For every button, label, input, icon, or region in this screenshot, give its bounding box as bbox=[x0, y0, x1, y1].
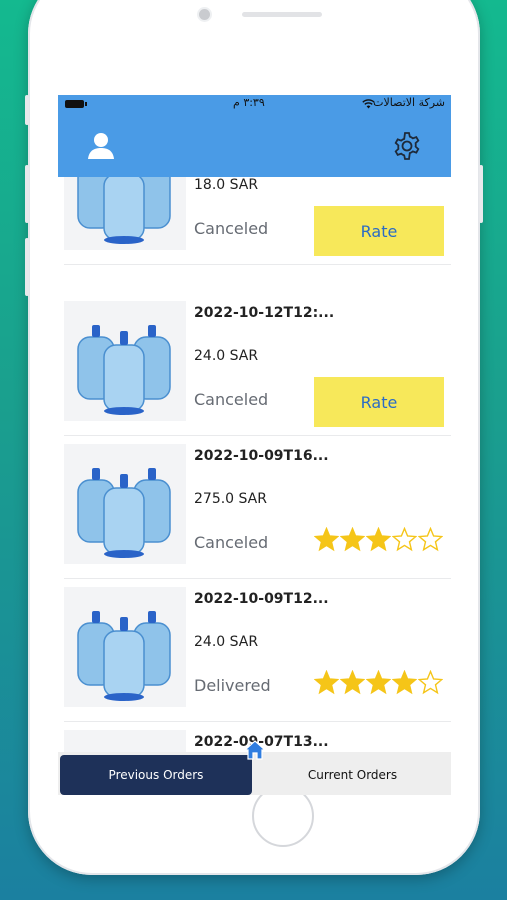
water-bottle-image bbox=[64, 301, 186, 421]
star-filled-icon bbox=[366, 527, 391, 552]
star-empty-icon bbox=[392, 527, 417, 552]
star-filled-icon bbox=[340, 670, 365, 695]
tab-previous-orders[interactable]: Previous Orders bbox=[60, 755, 252, 795]
rate-button[interactable]: Rate bbox=[314, 206, 444, 256]
mute-switch bbox=[25, 95, 29, 125]
star-filled-icon bbox=[392, 670, 417, 695]
status-bar: ٣:٣٩ م شركة الاتصالات bbox=[58, 95, 451, 113]
star-empty-icon bbox=[418, 670, 443, 695]
carrier-name: شركة الاتصالات bbox=[373, 96, 445, 109]
order-status: Delivered bbox=[194, 676, 271, 695]
star-rating bbox=[314, 670, 443, 695]
water-bottle-image bbox=[64, 587, 186, 707]
star-filled-icon bbox=[314, 670, 339, 695]
star-filled-icon bbox=[366, 670, 391, 695]
star-filled-icon bbox=[314, 527, 339, 552]
power-button bbox=[479, 165, 483, 223]
row-divider bbox=[64, 264, 451, 265]
order-price: 275.0 SAR bbox=[194, 491, 267, 507]
water-bottle-image bbox=[64, 444, 186, 564]
speaker-grille bbox=[242, 12, 322, 17]
water-bottle-image bbox=[64, 730, 186, 752]
order-row[interactable]: 2022-10-09T12... 24.0 SAR Delivered bbox=[58, 579, 451, 722]
order-date: 2022-10-12T12:... bbox=[194, 305, 335, 321]
status-time: ٣:٣٩ م bbox=[233, 96, 265, 109]
tab-current-orders[interactable]: Current Orders bbox=[256, 755, 449, 795]
order-date: 2022-10-09T12... bbox=[194, 591, 329, 607]
orders-list[interactable]: 18.0 SAR Canceled Rate 2022-10-12T12:...… bbox=[58, 177, 451, 752]
order-row[interactable]: 2022-10-12T12:... 24.0 SAR Canceled Rate bbox=[58, 293, 451, 436]
volume-up-button bbox=[25, 165, 29, 223]
order-date: 2022-10-09T16... bbox=[194, 448, 329, 464]
volume-down-button bbox=[25, 238, 29, 296]
app-screen: ٣:٣٩ م شركة الاتصالات 18.0 SAR Canceled … bbox=[58, 95, 451, 795]
star-filled-icon bbox=[340, 527, 365, 552]
user-icon[interactable] bbox=[86, 131, 116, 161]
order-status: Canceled bbox=[194, 219, 269, 238]
order-price: 18.0 SAR bbox=[194, 177, 259, 193]
star-empty-icon bbox=[418, 527, 443, 552]
water-bottle-image bbox=[64, 177, 186, 250]
order-row[interactable]: 2022-10-09T16... 275.0 SAR Canceled bbox=[58, 436, 451, 579]
home-icon[interactable] bbox=[244, 739, 266, 761]
rate-button[interactable]: Rate bbox=[314, 377, 444, 427]
order-status: Canceled bbox=[194, 390, 269, 409]
order-price: 24.0 SAR bbox=[194, 348, 259, 364]
order-row[interactable]: 18.0 SAR Canceled Rate bbox=[58, 177, 451, 265]
battery-icon bbox=[65, 100, 87, 108]
front-camera bbox=[199, 9, 210, 20]
order-status: Canceled bbox=[194, 533, 269, 552]
star-rating bbox=[314, 527, 443, 552]
top-navbar bbox=[58, 113, 451, 177]
order-price: 24.0 SAR bbox=[194, 634, 259, 650]
gear-icon[interactable] bbox=[391, 130, 423, 162]
